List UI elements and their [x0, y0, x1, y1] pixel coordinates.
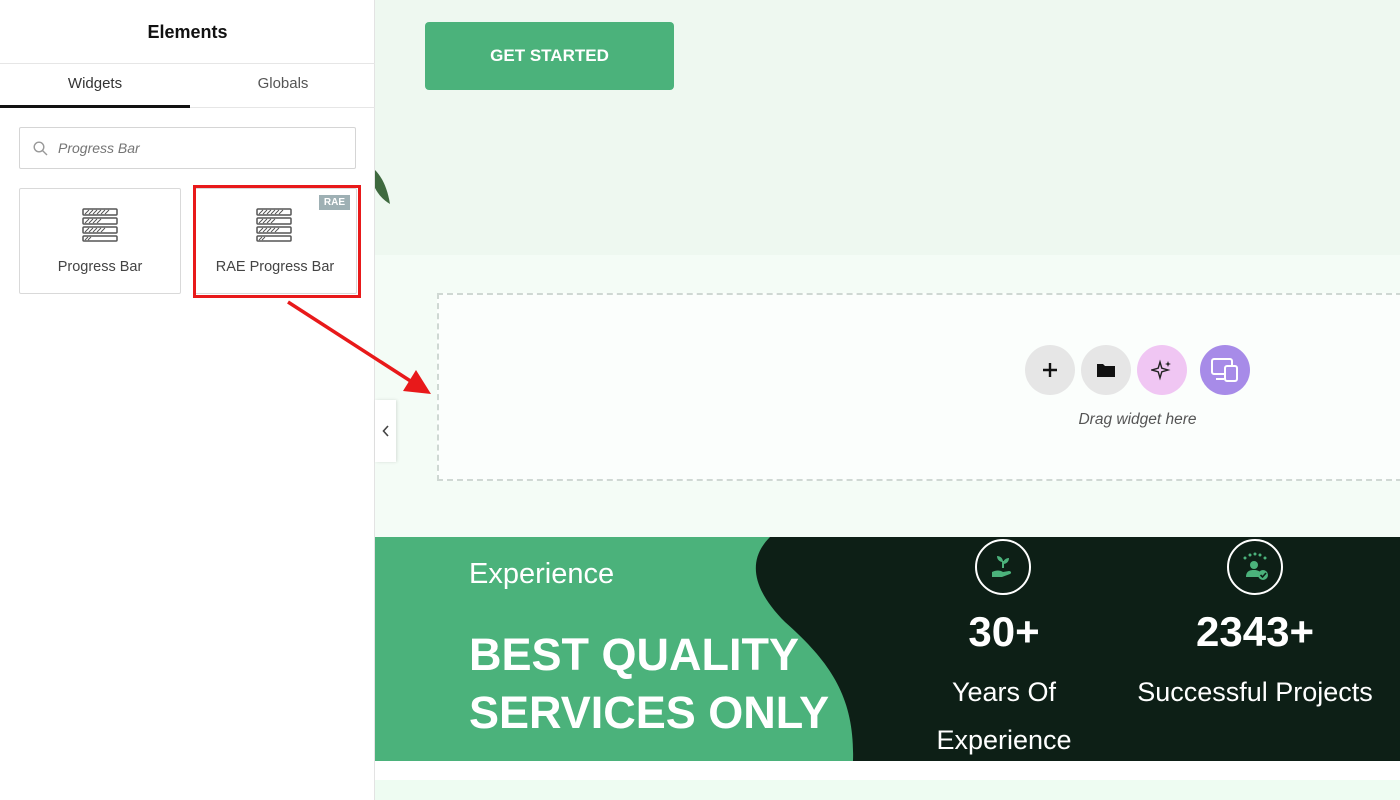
widget-progress-bar[interactable]: Progress Bar — [19, 188, 181, 294]
elements-panel: Elements Widgets Globals Progress Bar RA… — [0, 0, 375, 800]
responsive-button[interactable] — [1200, 345, 1250, 395]
chevron-left-icon — [381, 425, 389, 437]
stats-headline: BEST QUALITY SERVICES ONLY — [469, 629, 830, 738]
get-started-button[interactable]: GET STARTED — [425, 22, 674, 90]
widget-search — [19, 127, 356, 169]
stats-kicker: Experience — [469, 558, 615, 590]
stat-icon-1 — [975, 539, 1031, 595]
ai-button[interactable] — [1137, 345, 1187, 395]
stat-label-2: Successful Projects — [1137, 677, 1373, 707]
progress-bar-icon — [256, 208, 292, 242]
leaf-decoration — [375, 170, 390, 204]
bottom-section-next — [375, 780, 1400, 800]
rae-badge: RAE — [318, 195, 350, 210]
widget-label: Progress Bar — [57, 259, 143, 275]
add-template-button[interactable] — [1081, 345, 1131, 395]
panel-tabs: Widgets Globals — [0, 64, 375, 108]
stat-number-1: 30+ — [968, 608, 1040, 655]
widget-rae-progress-bar[interactable]: RAE RAE Progress Bar — [193, 188, 357, 294]
drop-zone[interactable] — [437, 293, 1400, 481]
panel-title: Elements — [0, 0, 375, 64]
folder-icon — [1097, 364, 1115, 377]
widget-label: RAE Progress Bar — [215, 259, 335, 275]
search-input[interactable] — [56, 139, 340, 157]
stat-icon-2 — [1227, 539, 1283, 595]
progress-bar-icon — [82, 208, 118, 242]
plus-icon — [1043, 363, 1057, 377]
star-user-icon — [1243, 552, 1268, 580]
add-section-button[interactable] — [1025, 345, 1075, 395]
tab-widgets[interactable]: Widgets — [0, 64, 190, 108]
stat-number-2: 2343+ — [1196, 608, 1314, 655]
sparkle-icon — [1151, 359, 1171, 381]
collapse-panel-button[interactable] — [375, 400, 396, 462]
drag-widget-label: Drag widget here — [1078, 411, 1197, 428]
search-icon — [33, 140, 48, 155]
responsive-icon — [1211, 358, 1238, 382]
stat-label-1: Years Of Experience — [936, 677, 1072, 755]
plant-hand-icon — [992, 556, 1012, 577]
tab-globals[interactable]: Globals — [188, 64, 378, 108]
